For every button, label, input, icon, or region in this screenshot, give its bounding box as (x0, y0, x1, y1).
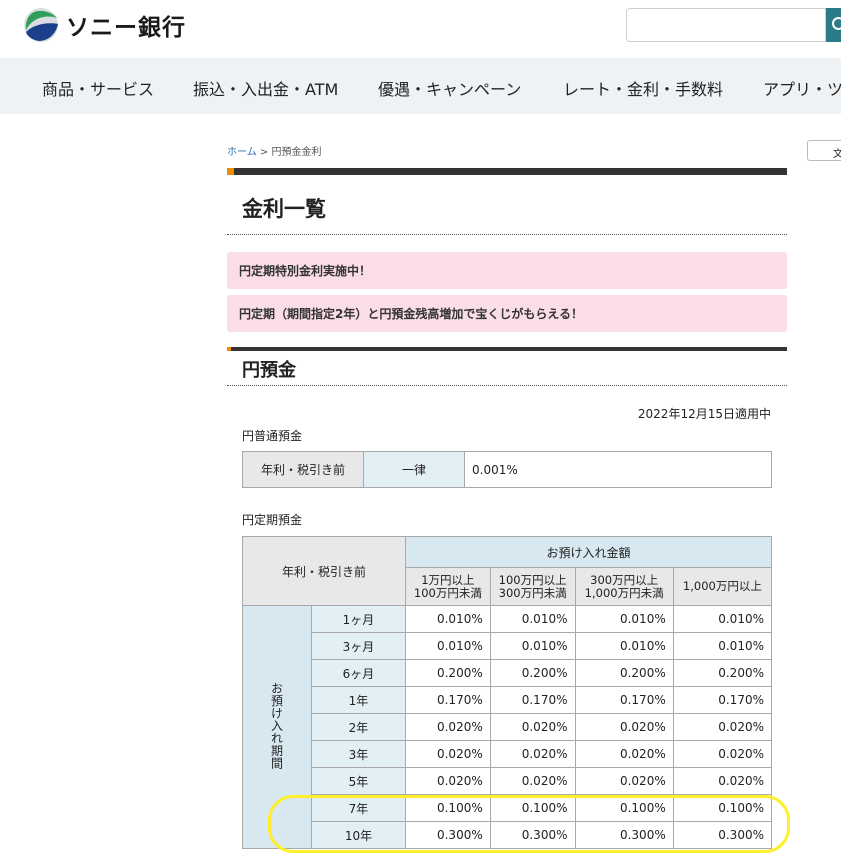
rate-cell: 0.200% (574, 659, 674, 687)
page-title: 金利一覧 (242, 197, 326, 221)
fixed-header: 年利・税引き前 (242, 536, 406, 606)
amount-column-header: 300万円以上 1,000万円未満 (574, 567, 674, 606)
ordinary-deposit-title: 円普通預金 (242, 429, 303, 443)
fixed-deposit-title: 円定期預金 (242, 513, 303, 527)
global-nav: 商品・サービス 振込・入出金・ATM 優遇・キャンペーン レート・金利・手数料 … (0, 58, 841, 114)
nav-item-transfer[interactable]: 振込・入出金・ATM (193, 76, 338, 100)
search-button[interactable] (826, 8, 841, 42)
rate-cell: 0.010% (574, 605, 674, 633)
notice-special-rate[interactable]: 円定期特別金利実施中！ (227, 252, 787, 289)
rate-cell: 0.020% (574, 713, 674, 741)
rate-cell: 0.010% (405, 605, 491, 633)
term-cell: 2年 (311, 713, 406, 741)
nav-item-apps[interactable]: アプリ・ツ (763, 76, 841, 100)
rate-cell: 0.170% (574, 686, 674, 714)
notice-lottery[interactable]: 円定期（期間指定2年）と円預金残高増加で宝くじがもらえる！ (227, 295, 787, 332)
table-row: 5年 0.020% 0.020% 0.020% 0.020% (243, 767, 773, 795)
table-row: 3ヶ月 0.010% 0.010% 0.010% 0.010% (243, 632, 773, 660)
highlight-annotation (268, 795, 790, 853)
section-title: 円預金 (242, 360, 296, 381)
table-row: 6ヶ月 0.200% 0.200% 0.200% 0.200% (243, 659, 773, 687)
section-divider (227, 385, 787, 386)
term-cell: 6ヶ月 (311, 659, 406, 687)
breadcrumb-home[interactable]: ホーム (227, 147, 257, 158)
title-bar-accent (227, 168, 234, 175)
rate-cell: 0.020% (489, 767, 576, 795)
text-size-button[interactable]: 文 (807, 140, 841, 161)
rate-cell: 0.020% (574, 767, 674, 795)
rate-cell: 0.020% (672, 713, 773, 741)
nav-item-campaign[interactable]: 優遇・キャンペーン (378, 76, 521, 100)
rate-cell: 0.010% (489, 605, 576, 633)
table-row: 3年 0.020% 0.020% 0.020% 0.020% (243, 740, 773, 768)
breadcrumb: ホーム > 円預金金利 (227, 143, 321, 158)
rate-cell: 0.010% (489, 632, 576, 660)
term-cell: 3年 (311, 740, 406, 768)
term-cell: 1ヶ月 (311, 605, 406, 633)
amount-column-header: 1万円以上 100万円未満 (405, 567, 491, 606)
term-cell: 5年 (311, 767, 406, 795)
rate-cell: 0.010% (405, 632, 491, 660)
applied-date: 2022年12月15日適用中 (637, 407, 771, 421)
ordinary-header: 年利・税引き前 (242, 451, 364, 488)
breadcrumb-current: 円預金金利 (271, 147, 322, 158)
amount-header: お預け入れ金額 (405, 536, 772, 568)
title-divider (227, 234, 787, 235)
table-row: 2年 0.020% 0.020% 0.020% 0.020% (243, 713, 773, 741)
title-bar (227, 168, 787, 175)
rate-cell: 0.170% (405, 686, 491, 714)
rate-cell: 0.200% (489, 659, 576, 687)
rate-cell: 0.010% (672, 605, 773, 633)
rate-cell: 0.020% (405, 740, 491, 768)
rate-cell: 0.200% (672, 659, 773, 687)
rate-cell: 0.020% (672, 740, 773, 768)
sony-bank-logo[interactable]: ソニー銀行 (22, 6, 186, 44)
ordinary-rate: 0.001% (464, 451, 772, 488)
section-bar (227, 347, 787, 351)
breadcrumb-separator: > (259, 147, 269, 158)
section-bar-accent (227, 347, 231, 351)
search-input[interactable] (626, 8, 826, 42)
rate-cell: 0.020% (489, 740, 576, 768)
rate-cell: 0.020% (489, 713, 576, 741)
nav-item-rates[interactable]: レート・金利・手数料 (563, 76, 723, 100)
table-row: お預け入れ期間 1ヶ月 0.010% 0.010% 0.010% 0.010% (242, 605, 773, 849)
search-icon (832, 17, 841, 30)
rate-cell: 0.200% (405, 659, 491, 687)
term-cell: 3ヶ月 (311, 632, 406, 660)
site-header: ソニー銀行 (0, 0, 841, 58)
rate-cell: 0.170% (672, 686, 773, 714)
rate-cell: 0.020% (405, 713, 491, 741)
rate-cell: 0.020% (672, 767, 773, 795)
rate-cell: 0.020% (405, 767, 491, 795)
table-row: 1年 0.170% 0.170% 0.170% 0.170% (243, 686, 773, 714)
rate-cell: 0.010% (672, 632, 773, 660)
ordinary-deposit-table: 年利・税引き前 一律 0.001% (242, 451, 772, 488)
rate-cell: 0.170% (489, 686, 576, 714)
ordinary-label: 一律 (363, 451, 465, 488)
term-cell: 1年 (311, 686, 406, 714)
sony-bank-logo-icon (24, 8, 58, 42)
rate-cell: 0.010% (574, 632, 674, 660)
amount-column-header: 100万円以上 300万円未満 (489, 567, 576, 606)
logo-text: ソニー銀行 (66, 15, 186, 41)
amount-column-header: 1,000万円以上 (672, 567, 773, 606)
nav-item-products[interactable]: 商品・サービス (42, 76, 154, 100)
rate-cell: 0.020% (574, 740, 674, 768)
